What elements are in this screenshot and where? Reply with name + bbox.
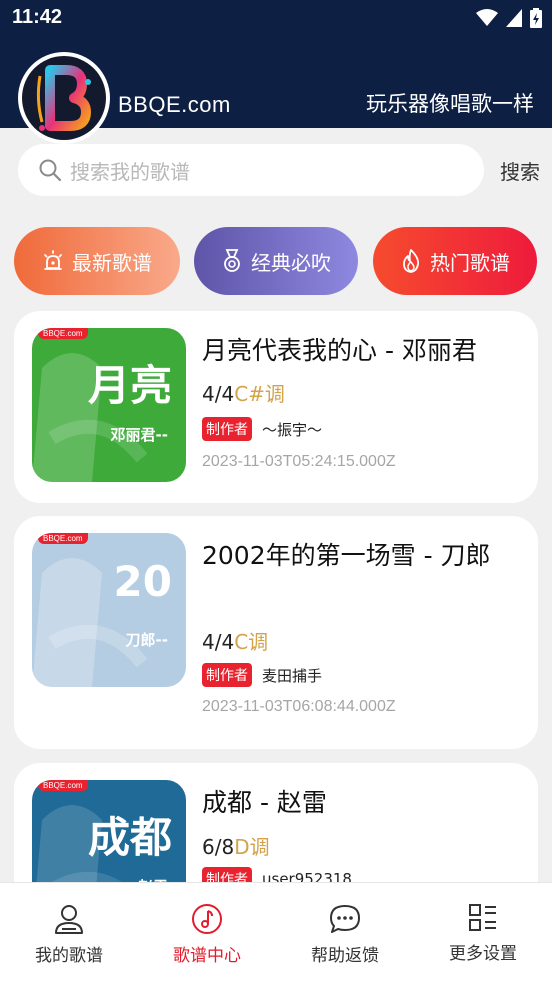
nav-score-center[interactable]: 歌谱中心 <box>138 883 276 983</box>
song-title: 2002年的第一场雪 - 刀郎 <box>202 541 491 570</box>
category-classic-button[interactable]: 经典必吹 <box>194 227 358 295</box>
app-logo <box>18 52 110 144</box>
category-latest-label: 最新歌谱 <box>72 250 152 275</box>
time-signature: 4/4 <box>202 382 235 406</box>
wifi-icon <box>476 9 498 26</box>
category-hot-button[interactable]: 热门歌谱 <box>373 227 537 295</box>
category-latest-button[interactable]: 最新歌谱 <box>14 227 180 295</box>
search-input[interactable]: 搜索我的歌谱 <box>18 144 484 196</box>
nav-help-feedback[interactable]: 帮助返馈 <box>276 883 414 983</box>
medal-icon <box>224 249 240 272</box>
song-card[interactable]: BBQE.com 20 刀郎-- 2002年的第一场雪 - 刀郎 4/4C调 制… <box>14 516 538 749</box>
cover-big-text: 成都 <box>87 813 172 862</box>
brand-name: BBQE.com <box>118 92 231 117</box>
time-signature: 6/8 <box>202 835 235 859</box>
cover-big-text: 20 <box>113 557 172 606</box>
cover-big-text: 月亮 <box>87 361 172 410</box>
category-classic-label: 经典必吹 <box>251 250 331 275</box>
status-time: 11:42 <box>12 6 63 28</box>
nav-more-settings[interactable]: 更多设置 <box>414 883 552 983</box>
maker-row: 制作者 〜振宇〜 <box>202 417 322 441</box>
search-button[interactable]: 搜索 <box>500 156 540 185</box>
song-date: 2023-11-03T05:24:15.000Z <box>202 453 396 470</box>
song-meter: 6/8D调 <box>202 831 270 860</box>
battery-icon <box>530 8 542 28</box>
cover-small-text: 刀郎-- <box>125 631 168 649</box>
song-cover: BBQE.com 月亮 邓丽君-- <box>32 328 186 482</box>
search-placeholder: 搜索我的歌谱 <box>70 159 190 184</box>
flame-icon <box>403 249 420 273</box>
maker-name[interactable]: 麦田捕手 <box>262 665 322 686</box>
maker-badge: 制作者 <box>202 663 252 687</box>
time-signature: 4/4 <box>202 630 235 654</box>
slogan: 玩乐器像唱歌一样 <box>366 92 534 116</box>
search-icon <box>39 159 62 182</box>
nav-label: 更多设置 <box>449 944 517 964</box>
cover-tag: BBQE.com <box>38 780 88 791</box>
maker-name[interactable]: 〜振宇〜 <box>262 419 322 440</box>
chat-icon <box>330 905 360 933</box>
cover-tag: BBQE.com <box>38 328 88 339</box>
nav-label: 歌谱中心 <box>173 946 241 966</box>
bottom-nav: 我的歌谱 歌谱中心 帮助返馈 更多设置 <box>0 882 552 983</box>
maker-row: 制作者 麦田捕手 <box>202 663 322 687</box>
song-meter: 4/4C调 <box>202 626 268 655</box>
nav-label: 我的歌谱 <box>35 946 103 966</box>
song-meter: 4/4C#调 <box>202 378 285 407</box>
song-cover: BBQE.com 20 刀郎-- <box>32 533 186 687</box>
category-hot-label: 热门歌谱 <box>430 250 510 275</box>
song-key: D调 <box>234 835 270 859</box>
maker-badge: 制作者 <box>202 417 252 441</box>
song-key: C#调 <box>234 382 285 406</box>
grid-list-icon <box>469 904 496 931</box>
nav-my-scores[interactable]: 我的歌谱 <box>0 883 138 983</box>
song-title: 月亮代表我的心 - 邓丽君 <box>202 336 477 365</box>
song-date: 2023-11-03T06:08:44.000Z <box>202 698 396 715</box>
status-icons <box>476 8 542 28</box>
song-key: C调 <box>234 630 269 654</box>
logo-b-icon <box>36 65 91 131</box>
song-card[interactable]: BBQE.com 月亮 邓丽君-- 月亮代表我的心 - 邓丽君 4/4C#调 制… <box>14 311 538 503</box>
signal-icon <box>506 9 522 27</box>
music-note-icon <box>192 904 222 934</box>
cover-tag: BBQE.com <box>38 533 88 544</box>
alarm-light-icon <box>44 250 62 270</box>
user-icon <box>55 905 83 934</box>
cover-small-text: 邓丽君-- <box>110 426 168 444</box>
song-title: 成都 - 赵雷 <box>202 788 327 817</box>
nav-label: 帮助返馈 <box>311 946 379 966</box>
